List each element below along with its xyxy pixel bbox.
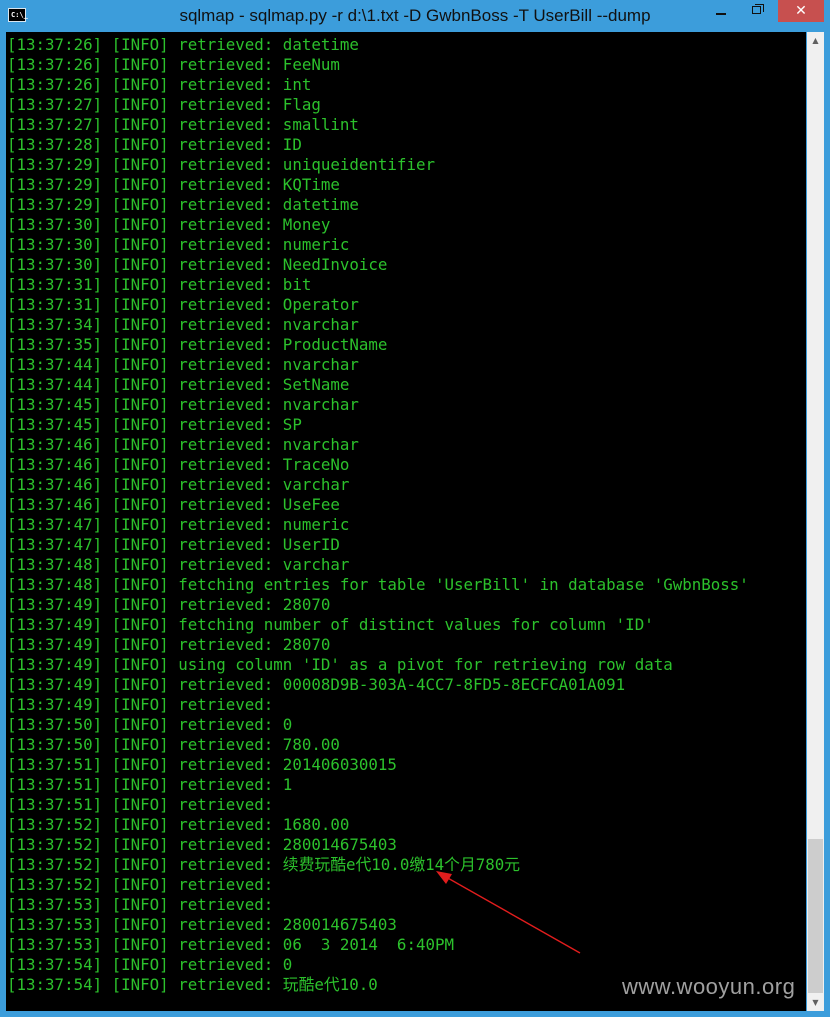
annotation-arrow-line [445,876,581,954]
watermark: www.wooyun.org [622,974,796,999]
console-window: C:\_ sqlmap - sqlmap.py -r d:\1.txt -D G… [0,0,830,1017]
annotation-arrow [436,871,581,954]
annotation-arrow-head [436,871,452,884]
